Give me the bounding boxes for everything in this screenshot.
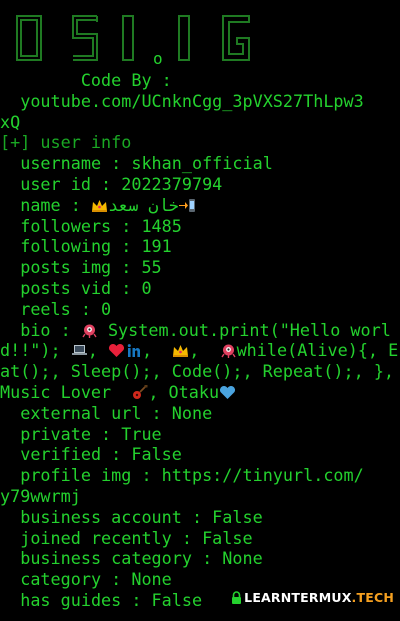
profile-img-wrap[interactable]: y79wwrmj xyxy=(0,486,400,507)
external-url-line: external url : None xyxy=(20,402,213,423)
section-header: [+] user info xyxy=(0,132,132,153)
posts-vid-line: posts vid : 0 xyxy=(20,277,152,298)
crown-icon xyxy=(173,345,189,358)
alien-icon xyxy=(82,324,97,338)
following-line: following : 191 xyxy=(20,236,172,257)
credit-label: Code By : xyxy=(80,70,172,90)
followers-line: followers : 1485 xyxy=(20,215,182,236)
posts-img-line: posts img : 55 xyxy=(20,257,162,278)
joined-recently-line: joined recently : False xyxy=(20,527,253,548)
credit-url-wrap[interactable]: xQ xyxy=(0,112,400,133)
lock-icon xyxy=(232,591,242,604)
terminal-output: Code By : youtube.com/UCnknCgg_3pVXS27Th… xyxy=(0,70,400,611)
user-id-line: user id : 2022379794 xyxy=(20,173,223,194)
username-line: username : skhan_official xyxy=(20,153,273,174)
blue-heart-icon xyxy=(220,385,236,399)
reels-line: reels : 0 xyxy=(20,298,112,319)
banner-small-letter: o xyxy=(153,49,163,68)
ascii-banner: o xyxy=(0,0,400,70)
guitar-icon xyxy=(133,384,148,399)
watermark-text: LEARNTERMUX xyxy=(244,590,352,605)
watermark: LEARNTERMUX.TECH xyxy=(231,588,394,609)
alien-icon xyxy=(220,344,236,359)
watermark-domain: .TECH xyxy=(351,590,394,605)
bio-line: bio : System.out.print("Hello world!!");… xyxy=(0,319,399,402)
arrow-phone-icon xyxy=(178,198,195,212)
crown-icon xyxy=(91,199,107,212)
business-category-line: business category : None xyxy=(20,548,263,569)
profile-img-line[interactable]: profile img : https://tinyurl.com/ xyxy=(0,465,400,486)
heart-icon xyxy=(108,344,124,358)
name-line: name : خان سعد xyxy=(0,195,400,216)
private-line: private : True xyxy=(20,423,162,444)
credit-url[interactable]: youtube.com/UCnknCgg_3pVXS27ThLpw3 xyxy=(0,91,400,112)
business-account-line: business account : False xyxy=(20,506,263,527)
verified-line: verified : False xyxy=(20,444,182,465)
laptop-icon xyxy=(71,345,87,356)
category-line: category : None xyxy=(20,569,172,590)
linkedin-icon xyxy=(127,344,140,358)
